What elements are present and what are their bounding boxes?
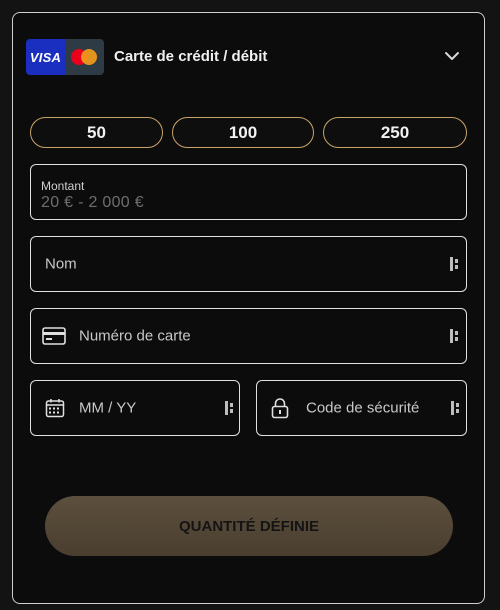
amount-button-100[interactable]: 100 xyxy=(172,117,314,148)
card-number-placeholder: Numéro de carte xyxy=(79,327,191,345)
autofill-icon xyxy=(451,401,459,415)
credit-card-icon xyxy=(42,327,66,345)
amount-button-250[interactable]: 250 xyxy=(323,117,467,148)
autofill-icon xyxy=(450,257,458,271)
name-placeholder: Nom xyxy=(45,255,77,273)
payment-method-title: Carte de crédit / débit xyxy=(114,48,268,65)
chevron-down-icon[interactable] xyxy=(443,49,461,63)
card-brands-logo: VISA xyxy=(26,39,104,75)
amount-label: Montant xyxy=(41,179,85,193)
name-field[interactable]: Nom xyxy=(30,236,467,292)
mastercard-icon xyxy=(65,39,104,75)
amount-range-placeholder: 20 € - 2 000 € xyxy=(41,194,144,211)
autofill-icon xyxy=(450,329,458,343)
visa-logo: VISA xyxy=(26,39,65,75)
security-code-placeholder: Code de sécurité xyxy=(306,399,420,417)
expiry-field[interactable]: MM / YY xyxy=(30,380,240,436)
autofill-icon xyxy=(225,401,233,415)
amount-field[interactable]: Montant 20 € - 2 000 € xyxy=(30,164,467,220)
lock-icon xyxy=(271,398,289,419)
calendar-icon xyxy=(45,399,65,418)
card-number-field[interactable]: Numéro de carte xyxy=(30,308,467,364)
payment-method-selector[interactable]: VISA Carte de crédit / débit xyxy=(26,39,466,75)
submit-button[interactable]: QUANTITÉ DÉFINIE xyxy=(45,496,453,556)
amount-button-50[interactable]: 50 xyxy=(30,117,163,148)
expiry-placeholder: MM / YY xyxy=(79,399,137,417)
security-code-field[interactable]: Code de sécurité xyxy=(256,380,467,436)
